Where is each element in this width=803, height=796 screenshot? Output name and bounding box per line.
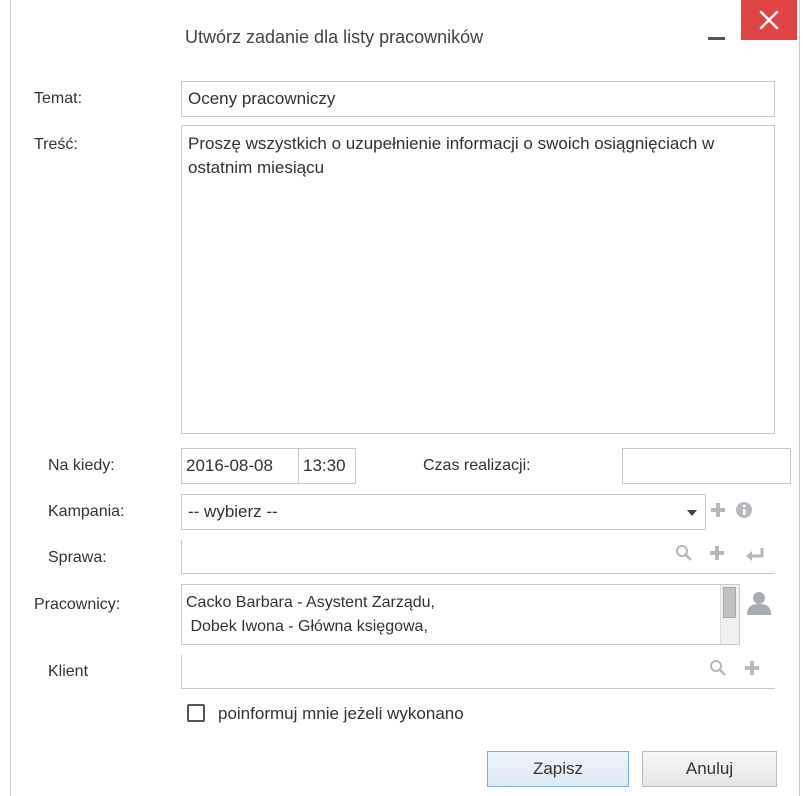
close-icon [759, 10, 779, 30]
sprawa-add-icon[interactable] [707, 543, 727, 563]
pracownicy-scrollbar-thumb[interactable] [723, 587, 736, 618]
sprawa-enter-icon[interactable] [744, 545, 766, 565]
tresc-label: Treść: [34, 136, 78, 153]
user-icon[interactable] [745, 589, 773, 617]
pracownicy-list[interactable]: Cacko Barbara - Asystent Zarządu, Dobek … [181, 584, 740, 645]
kampania-add-icon[interactable] [708, 500, 728, 520]
close-button[interactable] [741, 0, 797, 40]
pracownicy-scrollbar[interactable] [720, 585, 739, 644]
klient-add-icon[interactable] [742, 658, 762, 678]
temat-input[interactable] [181, 81, 775, 117]
pracownik-item-2[interactable]: Dobek Iwona - Główna księgowa, [182, 615, 739, 639]
kampania-selected-value: -- wybierz -- [188, 502, 278, 521]
czas-realizacji-input[interactable] [622, 448, 791, 484]
notify-checkbox[interactable] [187, 704, 205, 722]
na-kiedy-label: Na kiedy: [48, 457, 115, 474]
cancel-button[interactable]: Anuluj [642, 751, 777, 787]
save-button[interactable]: Zapisz [487, 751, 629, 787]
tresc-textarea[interactable] [181, 125, 775, 434]
sprawa-input[interactable] [181, 540, 670, 574]
kampania-select[interactable]: -- wybierz -- [181, 494, 706, 530]
notify-label: poinformuj mnie jeżeli wykonano [218, 704, 464, 723]
kampania-info-icon[interactable] [734, 500, 754, 520]
date-input[interactable] [181, 448, 299, 484]
time-input[interactable] [298, 448, 356, 484]
task-dialog: Utwórz zadanie dla listy pracowników Tem… [0, 0, 803, 796]
klient-label: Klient [48, 663, 89, 680]
dialog-border-left [10, 0, 11, 796]
czas-realizacji-label: Czas realizacji: [423, 457, 531, 474]
pracownik-item-1[interactable]: Cacko Barbara - Asystent Zarządu, [182, 591, 739, 615]
dropdown-arrow-icon [687, 510, 697, 516]
dialog-border-right [799, 0, 800, 796]
dialog-title: Utwórz zadanie dla listy pracowników [185, 27, 484, 47]
klient-input[interactable] [181, 655, 706, 689]
klient-search-icon[interactable] [708, 658, 728, 678]
minimize-button[interactable] [706, 22, 730, 46]
pracownicy-label: Pracownicy: [34, 596, 121, 613]
sprawa-left-separator [181, 540, 182, 574]
temat-label: Temat: [34, 90, 83, 107]
sprawa-label: Sprawa: [48, 549, 107, 566]
kampania-label: Kampania: [48, 503, 125, 520]
sprawa-search-icon[interactable] [674, 543, 694, 563]
klient-left-separator [181, 655, 182, 689]
